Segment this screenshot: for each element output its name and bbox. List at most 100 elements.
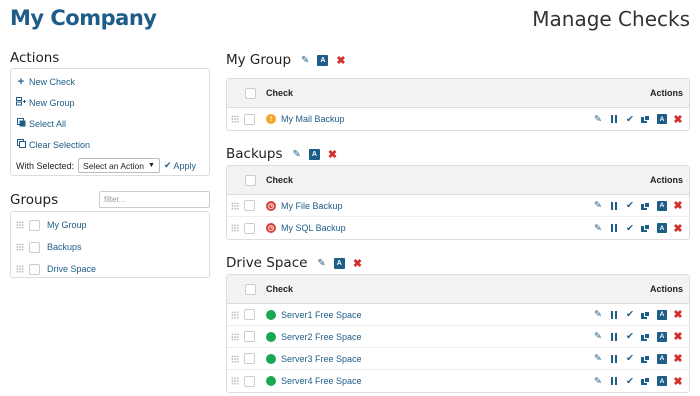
select-all-checkbox[interactable] [245,283,256,295]
drag-handle-icon[interactable] [231,201,239,210]
row-checkbox[interactable] [244,331,255,342]
edit-icon[interactable]: ✎ [593,353,603,364]
row-checkbox[interactable] [244,222,255,234]
check-link[interactable]: Server4 Free Space [281,376,593,386]
delete-icon[interactable]: ✖ [673,353,683,365]
pause-icon[interactable] [609,200,619,211]
actions-column-header: Actions [649,175,683,185]
group-link[interactable]: Backups [47,242,82,252]
brand-logo[interactable]: My Company [10,6,157,30]
pdf-icon[interactable]: A [657,376,667,386]
checkmark-icon[interactable]: ✔ [625,114,635,125]
select-all-checkbox[interactable] [245,174,256,186]
checkmark-icon[interactable]: ✔ [625,309,635,320]
row-checkbox[interactable] [244,200,255,211]
delete-group-icon[interactable]: ✖ [328,148,337,161]
checkmark-icon[interactable]: ✔ [625,331,635,342]
delete-icon[interactable]: ✖ [673,200,683,212]
group-checkbox[interactable] [29,219,40,231]
pdf-icon[interactable]: A [657,114,667,124]
bulk-action-select[interactable]: Select an Action ▼ [78,158,160,173]
pause-icon[interactable] [609,223,619,234]
checkmark-icon[interactable]: ✔ [625,223,635,234]
edit-icon[interactable]: ✎ [593,376,603,387]
row-checkbox[interactable] [244,309,255,320]
checkmark-icon[interactable]: ✔ [625,376,635,387]
pdf-icon[interactable]: A [657,331,667,342]
new-group-link[interactable]: New Group [16,92,204,113]
clear-selection-link[interactable]: Clear Selection [16,134,204,155]
check-link[interactable]: My Mail Backup [281,114,593,124]
checks-table: Check Actions ! My Mail Backup ✎ ✔ A ✖ [226,78,690,131]
select-all-checkbox[interactable] [245,87,256,99]
group-link[interactable]: Drive Space [47,264,96,274]
edit-group-icon[interactable]: ✎ [293,149,301,160]
edit-group-icon[interactable]: ✎ [301,55,309,66]
drag-handle-icon[interactable] [231,332,239,341]
group-item[interactable]: Backups [16,236,204,258]
select-all-link[interactable]: Select All [16,113,204,134]
delete-group-icon[interactable]: ✖ [353,257,362,270]
copy-icon[interactable] [641,114,651,125]
pdf-icon[interactable]: A [317,54,329,66]
edit-group-icon[interactable]: ✎ [317,258,325,269]
copy-icon[interactable] [641,331,651,342]
delete-icon[interactable]: ✖ [673,331,683,343]
row-checkbox[interactable] [244,113,255,125]
copy-icon[interactable] [641,200,651,211]
drag-handle-icon[interactable] [231,224,239,232]
drag-handle-icon[interactable] [16,243,24,251]
new-group-icon [16,97,26,108]
checkmark-icon[interactable]: ✔ [625,200,635,211]
pause-icon[interactable] [609,331,619,342]
pause-icon[interactable] [609,376,619,387]
group-item[interactable]: My Group [16,214,204,236]
group-checkbox[interactable] [29,263,40,275]
copy-icon[interactable] [641,376,651,387]
groups-filter-input[interactable] [99,191,210,208]
check-link[interactable]: Server2 Free Space [281,332,593,342]
drag-handle-icon[interactable] [231,377,239,385]
apply-button[interactable]: ✔ Apply [164,160,196,171]
drag-handle-icon[interactable] [16,221,24,229]
pdf-icon[interactable]: A [333,257,345,269]
edit-icon[interactable]: ✎ [593,114,603,125]
check-link[interactable]: My File Backup [281,201,593,211]
group-item[interactable]: Drive Space [16,258,204,280]
pdf-icon[interactable]: A [657,353,667,364]
edit-icon[interactable]: ✎ [593,223,603,234]
checkmark-icon[interactable]: ✔ [625,353,635,364]
delete-icon[interactable]: ✖ [673,114,683,126]
pdf-icon[interactable]: A [657,223,667,233]
group-link[interactable]: My Group [47,220,87,230]
pdf-icon[interactable]: A [308,148,320,160]
drag-handle-icon[interactable] [231,354,239,363]
check-link[interactable]: My SQL Backup [281,223,593,233]
pause-icon[interactable] [609,114,619,125]
pause-icon[interactable] [609,353,619,364]
row-checkbox[interactable] [244,375,255,387]
row-checkbox[interactable] [244,353,255,364]
drag-handle-icon[interactable] [231,115,239,123]
actions-column-header: Actions [649,88,683,98]
copy-icon[interactable] [641,309,651,320]
delete-group-icon[interactable]: ✖ [336,54,345,67]
delete-icon[interactable]: ✖ [673,376,683,388]
drag-handle-icon[interactable] [16,265,24,273]
delete-icon[interactable]: ✖ [673,223,683,235]
drag-handle-icon[interactable] [231,310,239,319]
pdf-icon[interactable]: A [657,200,667,211]
check-link[interactable]: Server3 Free Space [281,354,593,364]
edit-icon[interactable]: ✎ [593,331,603,342]
new-check-link[interactable]: + New Check [16,71,204,92]
row-actions: ✎ ✔ A ✖ [593,309,683,321]
copy-icon[interactable] [641,223,651,234]
edit-icon[interactable]: ✎ [593,200,603,211]
edit-icon[interactable]: ✎ [593,309,603,320]
pdf-icon[interactable]: A [657,309,667,320]
pause-icon[interactable] [609,309,619,320]
delete-icon[interactable]: ✖ [673,309,683,321]
group-checkbox[interactable] [29,241,40,253]
check-link[interactable]: Server1 Free Space [281,310,593,320]
copy-icon[interactable] [641,353,651,364]
